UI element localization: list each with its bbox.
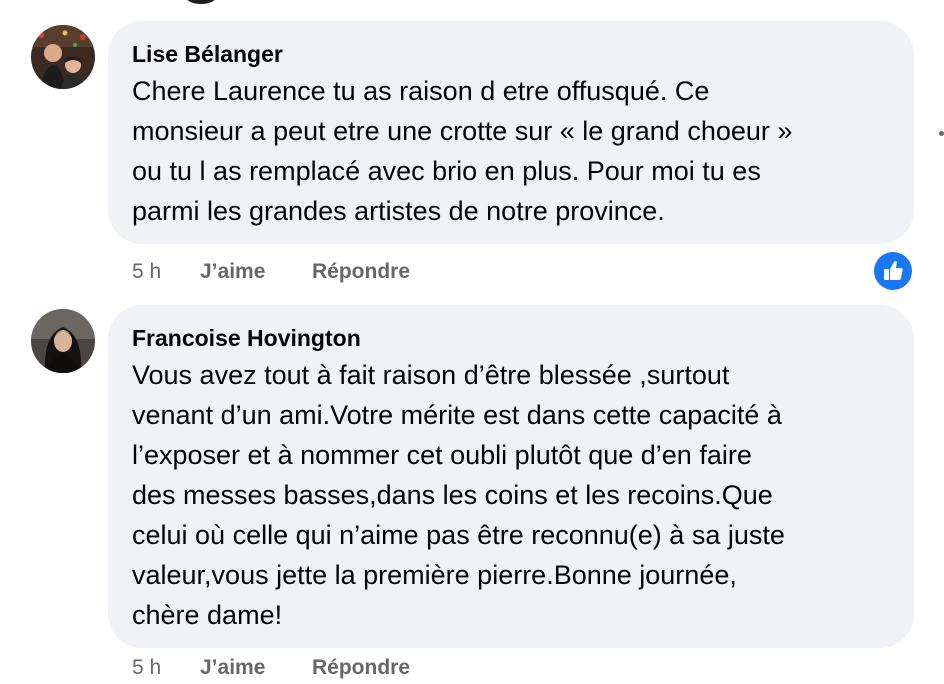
reply-button[interactable]: Répondre	[312, 260, 410, 284]
comment-author[interactable]: Francoise Hovington	[132, 323, 892, 353]
more-options-icon[interactable]	[939, 131, 944, 136]
previous-avatar-fragment	[186, 0, 216, 4]
comment-actions: 5 h J’aime Répondre	[132, 257, 410, 287]
reply-button[interactable]: Répondre	[312, 656, 410, 680]
comment-timestamp[interactable]: 5 h	[132, 656, 200, 680]
comment-timestamp[interactable]: 5 h	[132, 260, 200, 284]
comment-actions: 5 h J’aime Répondre	[132, 653, 410, 683]
comment-text: Chere Laurence tu as raison d etre offus…	[132, 76, 793, 226]
avatar[interactable]	[31, 25, 95, 89]
like-button[interactable]: J’aime	[200, 656, 312, 680]
like-button[interactable]: J’aime	[200, 260, 312, 284]
comment-author[interactable]: Lise Bélanger	[132, 39, 892, 69]
comment-text: Vous avez tout à fait raison d’être bles…	[132, 360, 785, 630]
avatar[interactable]	[31, 309, 95, 373]
comment-bubble: Lise Bélanger Chere Laurence tu as raiso…	[108, 21, 914, 244]
like-reaction-icon[interactable]	[874, 252, 912, 290]
comment-bubble: Francoise Hovington Vous avez tout à fai…	[108, 305, 914, 648]
comments-thread: Lise Bélanger Chere Laurence tu as raiso…	[0, 0, 944, 684]
